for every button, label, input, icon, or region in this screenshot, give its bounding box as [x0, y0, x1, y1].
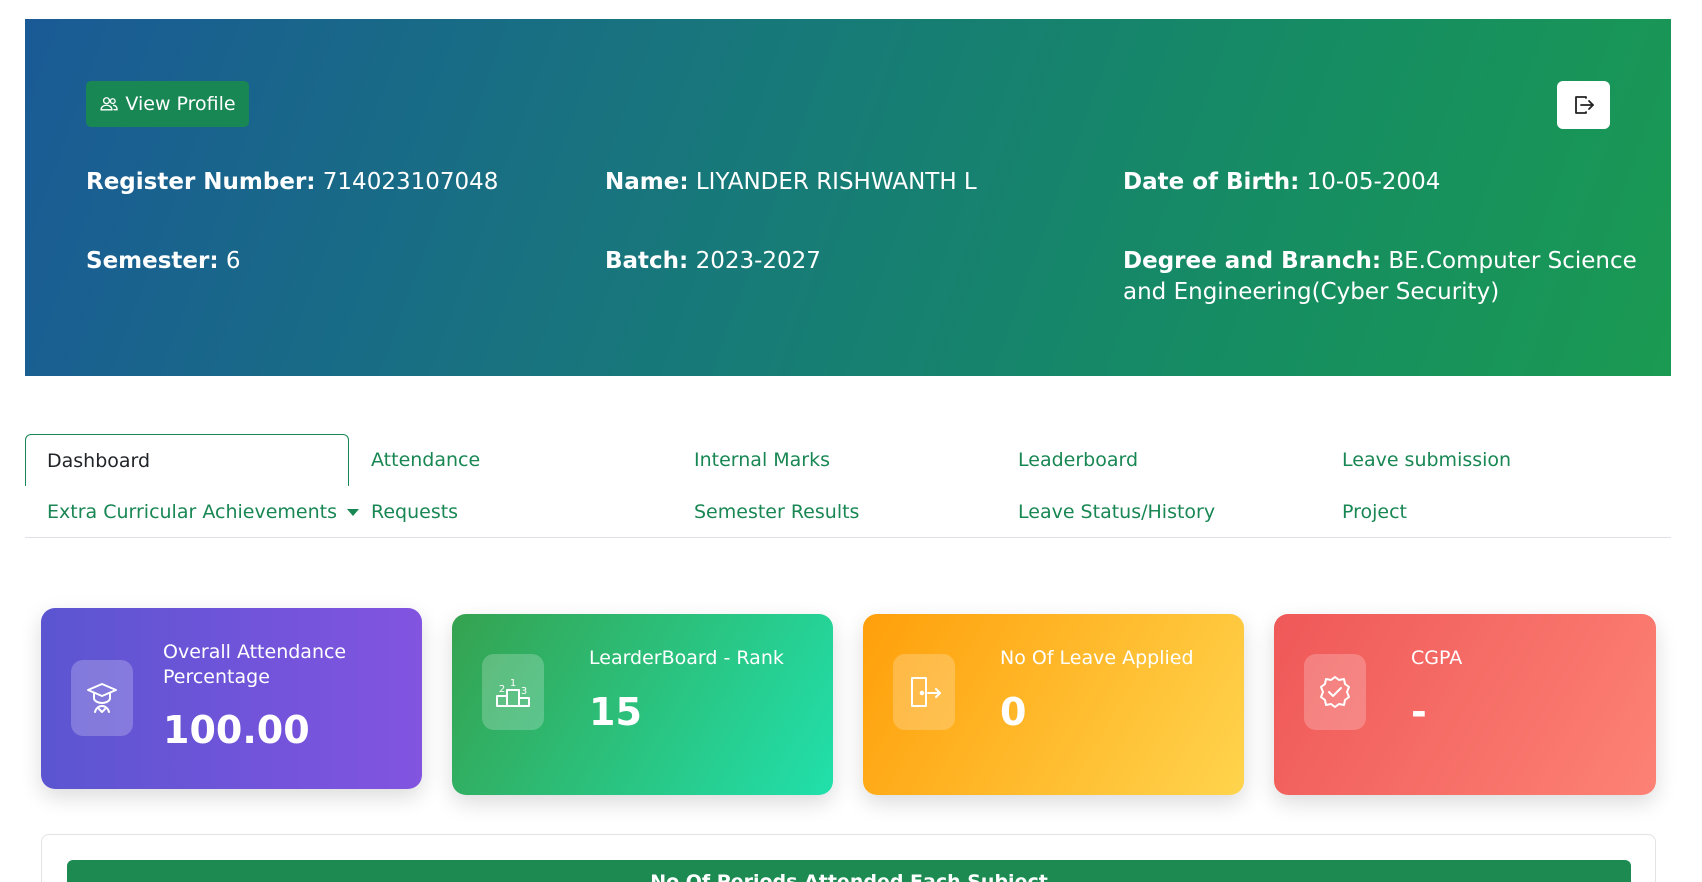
- attendance-iconbox: [71, 660, 133, 736]
- leave-iconbox: [893, 654, 955, 730]
- cgpa-card-value: -: [1411, 690, 1427, 734]
- tab-semester-results-label: Semester Results: [694, 501, 860, 523]
- register-number-label: Register Number:: [86, 169, 316, 195]
- periods-attended-title: No Of Periods Attended Each Subject: [650, 871, 1048, 882]
- rank-card-label: LearderBoard - Rank: [589, 647, 784, 669]
- cgpa-iconbox: [1304, 654, 1366, 730]
- name-value: LIYANDER RISHWANTH L: [688, 169, 977, 195]
- graduate-icon: [87, 683, 117, 713]
- batch-value: 2023-2027: [688, 248, 821, 274]
- tab-semester-results[interactable]: Semester Results: [694, 486, 859, 538]
- leave-applied-card: No Of Leave Applied 0: [863, 614, 1244, 795]
- degree-field: Degree and Branch: BE.Computer Science a…: [1123, 246, 1643, 308]
- caret-down-icon: [346, 508, 359, 516]
- tab-internal-marks-label: Internal Marks: [694, 449, 831, 471]
- tab-project[interactable]: Project: [1342, 486, 1407, 538]
- batch-label: Batch:: [605, 248, 689, 274]
- attendance-card: Overall Attendance Percentage 100.00: [41, 608, 422, 789]
- users-icon: [100, 97, 119, 111]
- tab-project-label: Project: [1342, 501, 1408, 523]
- degree-label: Degree and Branch:: [1123, 248, 1382, 274]
- nav-tabs: Dashboard Attendance Internal Marks Lead…: [25, 434, 1671, 538]
- batch-field: Batch: 2023-2027: [605, 246, 821, 277]
- leaderboard-rank-card: 1 2 3 LearderBoard - Rank 15: [452, 614, 833, 795]
- semester-value: 6: [218, 248, 241, 274]
- view-profile-label: View Profile: [125, 93, 236, 115]
- tab-attendance-label: Attendance: [371, 449, 481, 471]
- cgpa-card-label: CGPA: [1411, 647, 1463, 669]
- name-field: Name: LIYANDER RISHWANTH L: [605, 167, 977, 198]
- periods-attended-header: No Of Periods Attended Each Subject: [67, 860, 1631, 882]
- tab-leaderboard[interactable]: Leaderboard: [1018, 434, 1138, 486]
- semester-field: Semester: 6: [86, 246, 241, 277]
- logout-icon: [1574, 96, 1594, 114]
- tab-leave-status-label: Leave Status/History: [1018, 501, 1216, 523]
- tab-extra-curricular-label: Extra Curricular Achievements: [47, 501, 337, 523]
- tab-attendance[interactable]: Attendance: [371, 434, 480, 486]
- tab-internal-marks[interactable]: Internal Marks: [694, 434, 830, 486]
- tab-requests[interactable]: Requests: [371, 486, 458, 538]
- dob-field: Date of Birth: 10-05-2004: [1123, 167, 1440, 198]
- student-info-banner: View Profile Register Number: 7140231070…: [25, 19, 1671, 376]
- svg-text:2: 2: [499, 684, 505, 695]
- name-label: Name:: [605, 169, 689, 195]
- rank-iconbox: 1 2 3: [482, 654, 544, 730]
- tab-leave-status-history[interactable]: Leave Status/History: [1018, 486, 1215, 538]
- rank-card-value: 15: [589, 690, 642, 734]
- tab-dashboard[interactable]: Dashboard: [25, 434, 349, 486]
- tab-leave-submission[interactable]: Leave submission: [1342, 434, 1511, 486]
- door-exit-icon: [911, 677, 941, 707]
- leave-card-label: No Of Leave Applied: [1000, 647, 1194, 669]
- leave-card-value: 0: [1000, 690, 1027, 734]
- periods-attended-panel: No Of Periods Attended Each Subject: [41, 834, 1656, 882]
- podium-icon: 1 2 3: [496, 678, 530, 707]
- semester-label: Semester:: [86, 248, 219, 274]
- view-profile-button[interactable]: View Profile: [86, 81, 249, 127]
- badge-check-icon: [1320, 676, 1350, 708]
- tab-extra-curricular-dropdown[interactable]: Extra Curricular Achievements: [47, 486, 359, 538]
- register-number-field: Register Number: 714023107048: [86, 167, 498, 198]
- attendance-card-label: Overall Attendance Percentage: [163, 641, 347, 688]
- tab-leaderboard-label: Leaderboard: [1018, 449, 1139, 471]
- dob-value: 10-05-2004: [1299, 169, 1441, 195]
- register-number-value: 714023107048: [315, 169, 499, 195]
- tab-requests-label: Requests: [371, 501, 459, 523]
- tab-dashboard-label: Dashboard: [47, 449, 151, 472]
- dob-label: Date of Birth:: [1123, 169, 1300, 195]
- svg-text:1: 1: [510, 678, 516, 689]
- attendance-card-value: 100.00: [163, 708, 310, 752]
- svg-text:3: 3: [521, 686, 527, 697]
- logout-button[interactable]: [1557, 81, 1610, 129]
- tab-leave-submission-label: Leave submission: [1342, 449, 1512, 471]
- cgpa-card: CGPA -: [1274, 614, 1656, 795]
